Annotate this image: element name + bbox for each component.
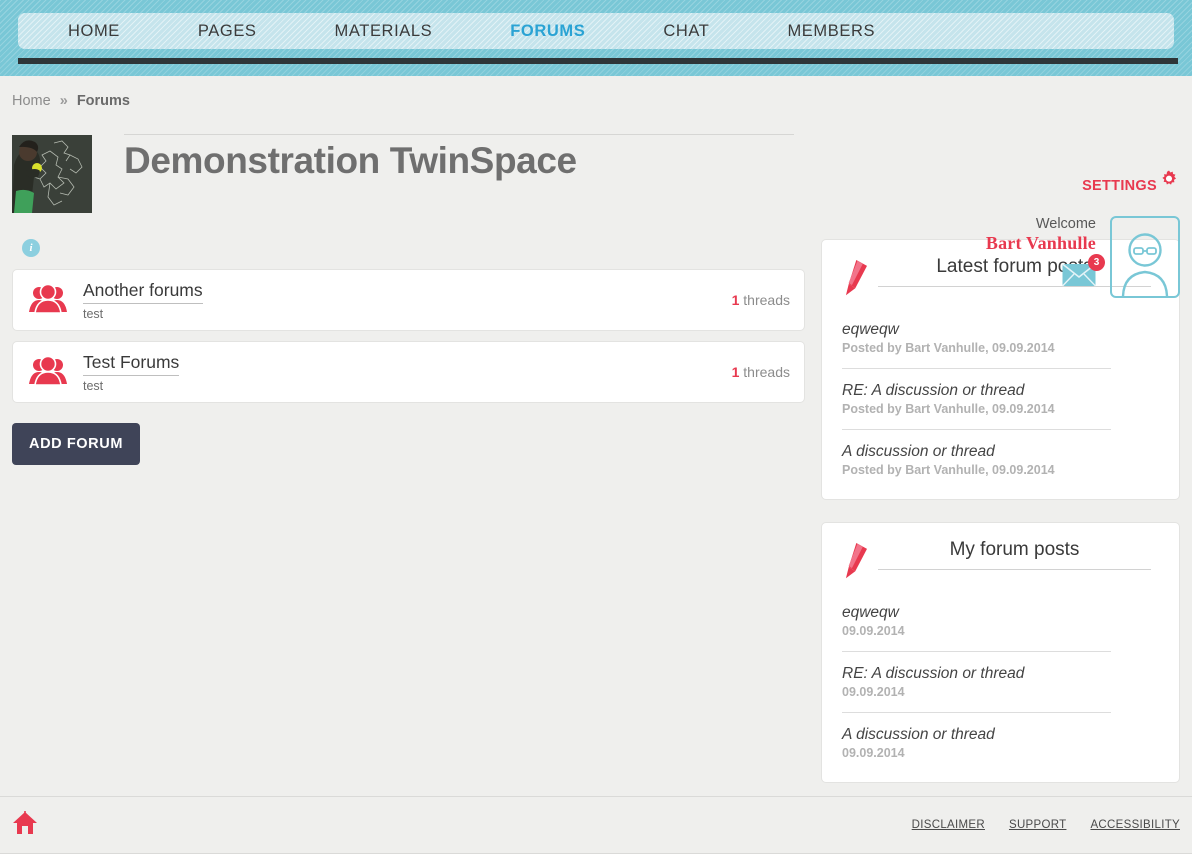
post-title[interactable]: RE: A discussion or thread bbox=[842, 382, 1111, 400]
post-title[interactable]: A discussion or thread bbox=[842, 443, 1159, 461]
post-title[interactable]: RE: A discussion or thread bbox=[842, 665, 1111, 683]
user-avatar-icon bbox=[1121, 233, 1169, 296]
nav-item-chat[interactable]: CHAT bbox=[663, 22, 709, 41]
post-meta: 09.09.2014 bbox=[842, 746, 905, 760]
breadcrumb-current: Forums bbox=[76, 93, 130, 109]
main-columns: i Another forums test 1 threads Test For… bbox=[12, 239, 1180, 805]
thread-count: 1 threads bbox=[732, 292, 790, 308]
thread-count: 1 threads bbox=[732, 364, 790, 380]
nav-divider-rule bbox=[18, 58, 1178, 64]
breadcrumb: Home » Forums bbox=[12, 76, 1180, 109]
post-item[interactable]: eqweqw 09.09.2014 bbox=[842, 604, 1112, 652]
post-title[interactable]: eqweqw bbox=[842, 321, 1111, 339]
forum-description: test bbox=[83, 306, 104, 321]
forum-description: test bbox=[83, 378, 104, 393]
forum-row[interactable]: Test Forums test 1 threads bbox=[12, 341, 805, 403]
thread-count-label: threads bbox=[743, 364, 790, 380]
add-forum-button[interactable]: ADD FORUM bbox=[12, 423, 141, 465]
post-item[interactable]: A discussion or thread Posted by Bart Va… bbox=[842, 443, 1159, 477]
thread-count-label: threads bbox=[743, 292, 790, 308]
forum-row[interactable]: Another forums test 1 threads bbox=[12, 269, 805, 331]
post-title[interactable]: A discussion or thread bbox=[842, 726, 1159, 744]
panel-header: My forum posts bbox=[842, 539, 1159, 586]
thread-count-value: 1 bbox=[731, 292, 740, 308]
nav-item-forums[interactable]: FORUMS bbox=[510, 22, 585, 41]
user-panel: Welcome Bart Vanhulle 3 bbox=[986, 216, 1180, 298]
post-meta: Posted by Bart Vanhulle, 09.09.2014 bbox=[842, 341, 1055, 355]
info-icon[interactable]: i bbox=[22, 239, 40, 257]
welcome-text: Welcome Bart Vanhulle 3 bbox=[986, 216, 1110, 292]
post-meta: Posted by Bart Vanhulle, 09.09.2014 bbox=[842, 402, 1055, 416]
avatar[interactable] bbox=[1110, 216, 1180, 298]
home-icon[interactable] bbox=[12, 810, 38, 840]
breadcrumb-separator: » bbox=[59, 93, 68, 109]
nav-item-pages[interactable]: PAGES bbox=[198, 22, 257, 41]
user-name: Bart Vanhulle bbox=[985, 233, 1096, 253]
post-item[interactable]: A discussion or thread 09.09.2014 bbox=[842, 726, 1159, 760]
thread-count-value: 1 bbox=[731, 364, 740, 380]
footer-link-disclaimer[interactable]: DISCLAIMER bbox=[912, 819, 985, 831]
messages-button[interactable]: 3 bbox=[1061, 254, 1105, 292]
forums-column: i Another forums test 1 threads Test For… bbox=[12, 239, 805, 805]
footer-links: DISCLAIMER SUPPORT ACCESSIBILITY bbox=[888, 819, 1180, 831]
panel-title: My forum posts bbox=[878, 539, 1151, 570]
messages-badge: 3 bbox=[1088, 254, 1105, 271]
nav-item-members[interactable]: MEMBERS bbox=[787, 22, 875, 41]
post-item[interactable]: RE: A discussion or thread 09.09.2014 bbox=[842, 665, 1112, 713]
post-title[interactable]: eqweqw bbox=[842, 604, 1111, 622]
forum-info: Another forums test bbox=[83, 280, 732, 321]
title-divider bbox=[124, 134, 794, 135]
forum-title-link[interactable]: Test Forums bbox=[83, 352, 180, 376]
group-icon bbox=[29, 283, 67, 319]
welcome-label: Welcome bbox=[1035, 216, 1096, 232]
pencil-icon bbox=[842, 258, 876, 303]
post-meta: Posted by Bart Vanhulle, 09.09.2014 bbox=[842, 463, 1055, 477]
footer-link-accessibility[interactable]: ACCESSIBILITY bbox=[1090, 819, 1180, 831]
group-icon bbox=[29, 355, 67, 391]
forum-title-link[interactable]: Another forums bbox=[83, 280, 203, 304]
pencil-icon bbox=[842, 541, 876, 586]
footer-link-support[interactable]: SUPPORT bbox=[1009, 819, 1066, 831]
post-meta: 09.09.2014 bbox=[842, 685, 905, 699]
sidebar-column: Latest forum posts eqweqw Posted by Bart… bbox=[821, 239, 1180, 805]
breadcrumb-home[interactable]: Home bbox=[12, 93, 51, 109]
info-row: i bbox=[12, 239, 805, 269]
nav-bottom-strip bbox=[0, 62, 1192, 76]
main-nav: HOME PAGES MATERIALS FORUMS CHAT MEMBERS bbox=[18, 13, 1174, 49]
envelope-icon bbox=[1061, 263, 1097, 291]
twinspace-header: Demonstration TwinSpace bbox=[12, 129, 1180, 219]
page-title: Demonstration TwinSpace bbox=[124, 140, 577, 181]
nav-item-materials[interactable]: MATERIALS bbox=[335, 22, 433, 41]
post-item[interactable]: RE: A discussion or thread Posted by Bar… bbox=[842, 382, 1112, 430]
footer: DISCLAIMER SUPPORT ACCESSIBILITY bbox=[0, 796, 1192, 854]
title-column: Demonstration TwinSpace bbox=[124, 129, 1180, 219]
post-item[interactable]: eqweqw Posted by Bart Vanhulle, 09.09.20… bbox=[842, 321, 1112, 369]
top-navigation-band: HOME PAGES MATERIALS FORUMS CHAT MEMBERS bbox=[0, 0, 1192, 64]
twinspace-thumbnail bbox=[12, 135, 92, 213]
page-content: Home » Forums SETTINGS Demonstration Twi… bbox=[0, 76, 1192, 805]
post-meta: 09.09.2014 bbox=[842, 624, 905, 638]
my-forum-posts-panel: My forum posts eqweqw 09.09.2014 RE: A d… bbox=[821, 522, 1180, 783]
forum-info: Test Forums test bbox=[83, 352, 732, 393]
nav-item-home[interactable]: HOME bbox=[68, 22, 120, 41]
